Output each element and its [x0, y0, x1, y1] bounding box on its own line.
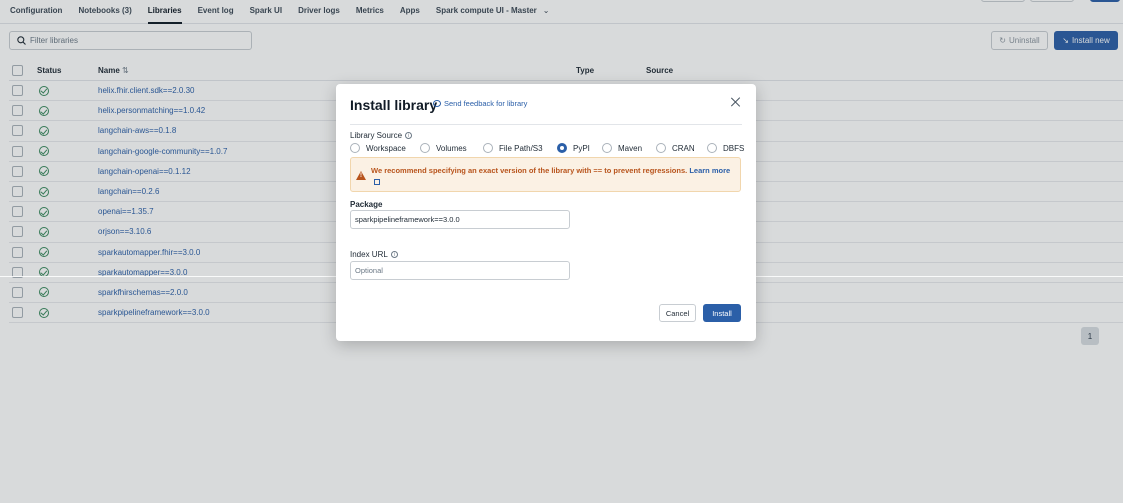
radio-button: [656, 143, 666, 153]
send-feedback-label: Send feedback for library: [444, 99, 528, 108]
chat-bubble-icon: [433, 100, 441, 107]
radio-maven-label: Maven: [618, 143, 643, 153]
dialog-divider: [350, 124, 742, 125]
radio-workspace[interactable]: Workspace: [350, 143, 420, 153]
package-label: Package: [350, 200, 383, 209]
info-icon: i: [405, 132, 413, 139]
close-icon[interactable]: [730, 96, 742, 108]
index-url-field: [350, 261, 570, 280]
radio-cran[interactable]: CRAN: [656, 143, 707, 153]
radio-button: [602, 143, 612, 153]
radio-file-path-s3-label: File Path/S3: [499, 143, 543, 153]
radio-pypi-label: PyPI: [573, 143, 590, 153]
index-url-input[interactable]: [351, 262, 569, 279]
radio-dbfs[interactable]: DBFS: [707, 143, 744, 153]
radio-button: [350, 143, 360, 153]
radio-volumes-label: Volumes: [436, 143, 467, 153]
send-feedback-link[interactable]: Send feedback for library: [433, 99, 527, 108]
index-url-label: Index URL i: [350, 250, 398, 259]
radio-dbfs-label: DBFS: [723, 143, 745, 153]
package-field: [350, 210, 570, 229]
radio-workspace-label: Workspace: [366, 143, 406, 153]
radio-file-path-s3[interactable]: File Path/S3: [483, 143, 557, 153]
install-library-dialog: Install library Send feedback for librar…: [336, 84, 756, 341]
version-warning-banner: We recommend specifying an exact version…: [350, 157, 741, 192]
warning-text: We recommend specifying an exact version…: [371, 166, 688, 175]
library-source-label: Library Source i: [350, 131, 413, 140]
radio-maven[interactable]: Maven: [602, 143, 656, 153]
radio-button: [707, 143, 717, 153]
radio-button: [483, 143, 493, 153]
radio-cran-label: CRAN: [672, 143, 695, 153]
radio-button-selected: [557, 143, 567, 153]
radio-button: [420, 143, 430, 153]
radio-pypi[interactable]: PyPI: [557, 143, 602, 153]
learn-more-label: Learn more: [689, 166, 731, 175]
index-url-text: Index URL: [350, 250, 388, 259]
dialog-title: Install library: [350, 97, 438, 113]
radio-volumes[interactable]: Volumes: [420, 143, 483, 153]
external-link-icon: [374, 178, 380, 185]
warning-icon: [356, 171, 366, 180]
package-input[interactable]: [351, 211, 569, 228]
library-source-radio-group: Workspace Volumes File Path/S3 PyPI Mave…: [350, 142, 745, 154]
library-source-text: Library Source: [350, 131, 403, 140]
install-button[interactable]: Install: [703, 304, 741, 322]
cancel-button[interactable]: Cancel: [659, 304, 696, 322]
info-icon: i: [390, 251, 398, 258]
warning-message: We recommend specifying an exact version…: [371, 165, 739, 187]
